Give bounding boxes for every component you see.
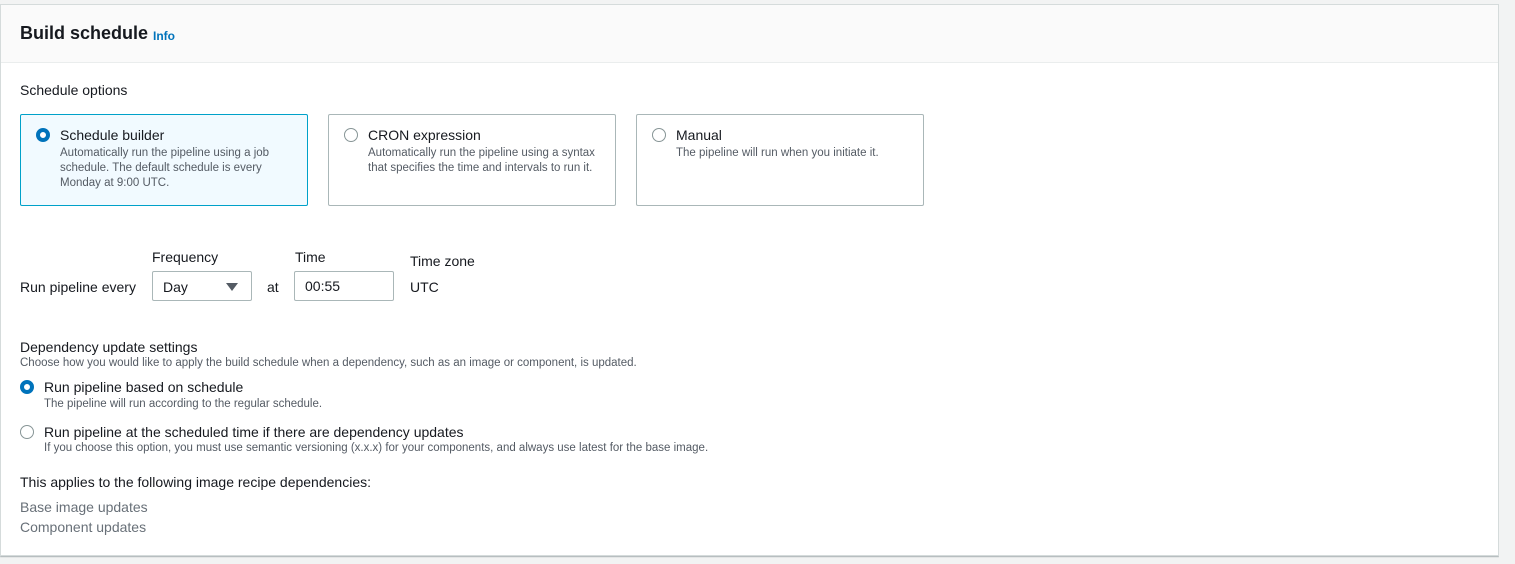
option-run-if-updates-description: If you choose this option, you must use … xyxy=(44,442,709,454)
caret-down-icon xyxy=(226,283,238,291)
build-schedule-panel: Build schedule Info Schedule options Sch… xyxy=(0,4,1499,556)
at-label: at xyxy=(267,279,279,295)
radio-manual[interactable] xyxy=(652,128,666,142)
frequency-label: Frequency xyxy=(152,249,219,265)
tile-title: Schedule builder xyxy=(60,127,165,143)
tile-title: CRON expression xyxy=(368,127,481,143)
schedule-options-label: Schedule options xyxy=(20,82,128,98)
panel-header: Build schedule Info xyxy=(1,5,1498,63)
tile-description: Automatically run the pipeline using a j… xyxy=(60,147,270,189)
tile-title: Manual xyxy=(676,127,722,143)
applies-label: This applies to the following image reci… xyxy=(20,474,371,490)
run-pipeline-every-label: Run pipeline every xyxy=(20,279,136,295)
tile-description: Automatically run the pipeline using a s… xyxy=(368,147,595,174)
tile-manual[interactable]: Manual The pipeline will run when you in… xyxy=(636,114,924,206)
tile-cron-expression[interactable]: CRON expression Automatically run the pi… xyxy=(328,114,616,206)
option-run-if-updates-label[interactable]: Run pipeline at the scheduled time if th… xyxy=(44,424,464,440)
base-image-updates: Base image updates xyxy=(20,499,148,515)
time-label: Time xyxy=(295,249,326,265)
timezone-value: UTC xyxy=(410,279,439,295)
dependency-description: Choose how you would like to apply the b… xyxy=(20,357,637,369)
tile-description: The pipeline will run when you initiate … xyxy=(676,147,879,159)
timezone-label: Time zone xyxy=(410,253,475,269)
radio-run-if-dependency-updates[interactable] xyxy=(20,425,34,439)
dependency-title: Dependency update settings xyxy=(20,339,198,355)
radio-cron-expression[interactable] xyxy=(344,128,358,142)
radio-schedule-builder[interactable] xyxy=(36,128,50,142)
tile-schedule-builder[interactable]: Schedule builder Automatically run the p… xyxy=(20,114,308,206)
page-gutter xyxy=(1499,0,1515,564)
info-link[interactable]: Info xyxy=(153,29,175,43)
option-run-on-schedule-description: The pipeline will run according to the r… xyxy=(44,398,323,410)
frequency-value: Day xyxy=(163,279,188,295)
radio-run-on-schedule[interactable] xyxy=(20,380,34,394)
option-run-on-schedule-label[interactable]: Run pipeline based on schedule xyxy=(44,379,243,395)
time-input[interactable] xyxy=(294,271,394,301)
frequency-select[interactable]: Day xyxy=(152,271,252,301)
panel-title: Build schedule xyxy=(20,23,149,43)
component-updates: Component updates xyxy=(20,519,147,535)
